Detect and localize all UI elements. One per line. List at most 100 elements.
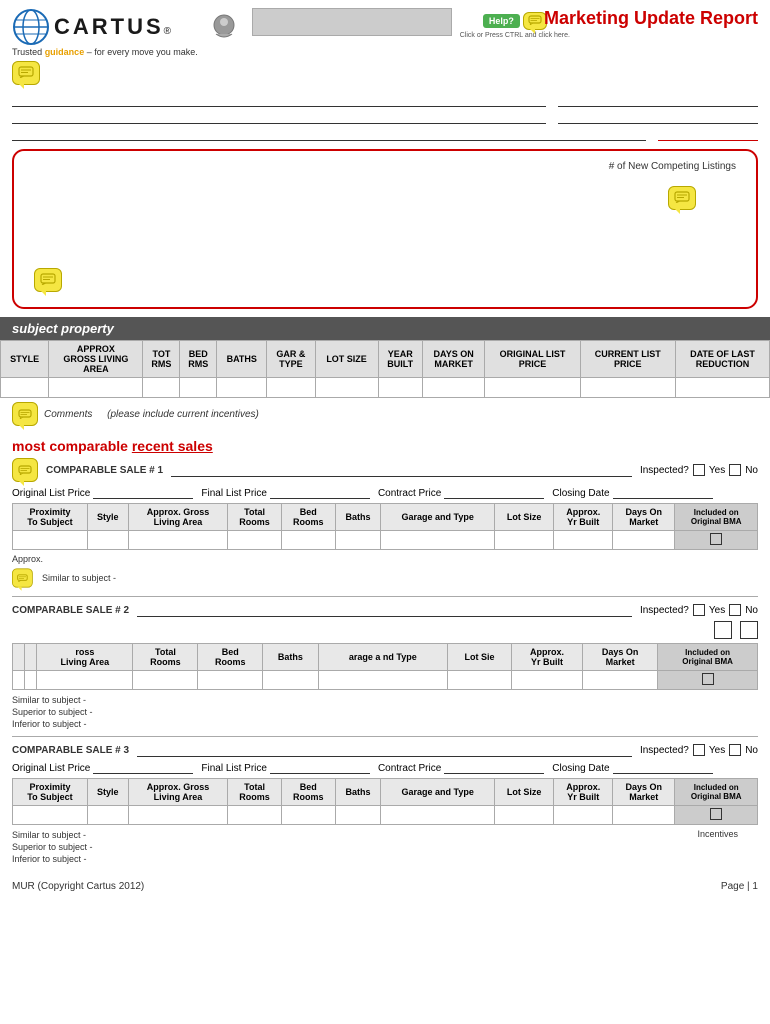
comp1-data-row[interactable] [13, 531, 758, 550]
comp3-block: COMPARABLE SALE # 3 Inspected? Yes No Or… [0, 743, 770, 865]
field-line-4[interactable] [558, 110, 758, 124]
comp1-cell-gross[interactable] [128, 531, 227, 550]
comp1-cell-days[interactable] [613, 531, 675, 550]
cell-gar-type[interactable] [267, 378, 315, 398]
comp1-contract-input[interactable] [444, 485, 544, 499]
comp2-large-checkbox-2[interactable] [740, 621, 758, 639]
comp3-cell-baths[interactable] [335, 806, 381, 825]
comp2-cell-baths[interactable] [263, 671, 318, 690]
comp3-cell-style[interactable] [87, 806, 128, 825]
comp1-cell-total-rooms[interactable] [228, 531, 282, 550]
field-line-3[interactable] [12, 110, 546, 124]
comp3-col-proximity: ProximityTo Subject [13, 779, 88, 806]
comp1-cell-lot[interactable] [494, 531, 553, 550]
field-line-6-red[interactable] [658, 127, 758, 141]
comp1-similar-label: Similar to subject - [42, 573, 116, 583]
comp1-orig-price-field: Original List Price [12, 485, 193, 499]
comp3-cell-included[interactable] [675, 806, 758, 825]
comp1-final-price-input[interactable] [270, 485, 370, 499]
comp2-large-checkbox-1[interactable] [714, 621, 732, 639]
comp1-closing-date-field: Closing Date [552, 485, 712, 499]
col-tot-rms: TOTRMS [143, 341, 180, 378]
comments-placeholder: (please include current incentives) [107, 409, 259, 420]
comp2-cell-garage[interactable] [318, 671, 447, 690]
comp1-cell-style[interactable] [87, 531, 128, 550]
field-line-2[interactable] [558, 93, 758, 107]
comp2-col-yr: Approx.Yr Built [512, 644, 583, 671]
comp3-no-checkbox[interactable] [729, 744, 741, 756]
comp1-final-price-label: Final List Price [201, 488, 267, 499]
comp1-name-line[interactable] [171, 463, 632, 477]
comp1-orig-price-input[interactable] [93, 485, 193, 499]
comp3-closing-input[interactable] [613, 760, 713, 774]
comp2-name-line[interactable] [137, 603, 632, 617]
cell-curr-list[interactable] [580, 378, 675, 398]
cell-tot-rms[interactable] [143, 378, 180, 398]
chat-bubble-comments[interactable] [12, 402, 38, 426]
comp2-cell-2[interactable] [25, 671, 37, 690]
cell-days-market[interactable] [422, 378, 485, 398]
comp2-cell-yr[interactable] [512, 671, 583, 690]
comp3-cell-proximity[interactable] [13, 806, 88, 825]
comp2-cell-1[interactable] [13, 671, 25, 690]
comp3-cell-days[interactable] [613, 806, 675, 825]
comp1-included-checkbox[interactable] [710, 533, 722, 545]
tagline: Trusted guidance – for every move you ma… [12, 47, 198, 57]
comp3-cell-yr[interactable] [554, 806, 613, 825]
cell-style[interactable] [1, 378, 49, 398]
cell-baths[interactable] [217, 378, 267, 398]
cell-lot-size[interactable] [315, 378, 378, 398]
comp2-cell-bed[interactable] [198, 671, 263, 690]
comp1-closing-label: Closing Date [552, 488, 609, 499]
comp3-orig-price-field: Original List Price [12, 760, 193, 774]
comp1-cell-included[interactable] [675, 531, 758, 550]
field-line-5[interactable] [12, 127, 646, 141]
comp3-cell-lot[interactable] [494, 806, 553, 825]
help-button[interactable]: Help? [483, 14, 520, 28]
subject-data-row[interactable] [1, 378, 770, 398]
comp3-yes-checkbox[interactable] [693, 744, 705, 756]
chat-bubble-box-bottom[interactable] [34, 268, 62, 292]
chat-bubble-comp1-similar[interactable] [12, 568, 33, 587]
comp1-cell-proximity[interactable] [13, 531, 88, 550]
cell-orig-list[interactable] [485, 378, 580, 398]
comp1-cell-garage[interactable] [381, 531, 495, 550]
comp3-contract-input[interactable] [444, 760, 544, 774]
comp3-final-input[interactable] [270, 760, 370, 774]
chat-bubble-competing[interactable] [668, 186, 696, 210]
comp3-inspected: Inspected? Yes No [640, 744, 758, 756]
comp3-cell-gross[interactable] [128, 806, 227, 825]
comp3-included-checkbox[interactable] [710, 808, 722, 820]
comp2-cell-included[interactable] [658, 671, 758, 690]
comp2-yes-checkbox[interactable] [693, 604, 705, 616]
comp3-orig-label: Original List Price [12, 763, 90, 774]
globe-icon [12, 8, 50, 46]
comp3-cell-total[interactable] [228, 806, 282, 825]
cell-year-built[interactable] [378, 378, 422, 398]
cell-bed-rms[interactable] [180, 378, 217, 398]
comp3-data-row[interactable] [13, 806, 758, 825]
comp1-no-checkbox[interactable] [729, 464, 741, 476]
comp2-cell-lot[interactable] [448, 671, 512, 690]
comp2-cell-days[interactable] [582, 671, 657, 690]
cell-last-reduction[interactable] [675, 378, 769, 398]
comp2-no-checkbox[interactable] [729, 604, 741, 616]
comp2-data-row[interactable] [13, 671, 758, 690]
comp1-cell-bed[interactable] [281, 531, 335, 550]
comp1-cell-yr-built[interactable] [554, 531, 613, 550]
comp2-included-checkbox[interactable] [702, 673, 714, 685]
comp3-cell-garage[interactable] [381, 806, 495, 825]
comp2-cell-total[interactable] [133, 671, 198, 690]
comp3-name-line[interactable] [137, 743, 632, 757]
field-line-1[interactable] [12, 93, 546, 107]
chat-bubble-comp1[interactable] [12, 458, 38, 482]
col-gar-type: GAR &TYPE [267, 341, 315, 378]
chat-bubble-logo[interactable] [12, 61, 40, 85]
comp1-cell-baths[interactable] [335, 531, 381, 550]
comp2-cell-gross[interactable] [37, 671, 133, 690]
comp3-cell-bed[interactable] [281, 806, 335, 825]
cell-gross-living[interactable] [49, 378, 143, 398]
comp1-yes-checkbox[interactable] [693, 464, 705, 476]
comp1-closing-input[interactable] [613, 485, 713, 499]
comp3-orig-input[interactable] [93, 760, 193, 774]
